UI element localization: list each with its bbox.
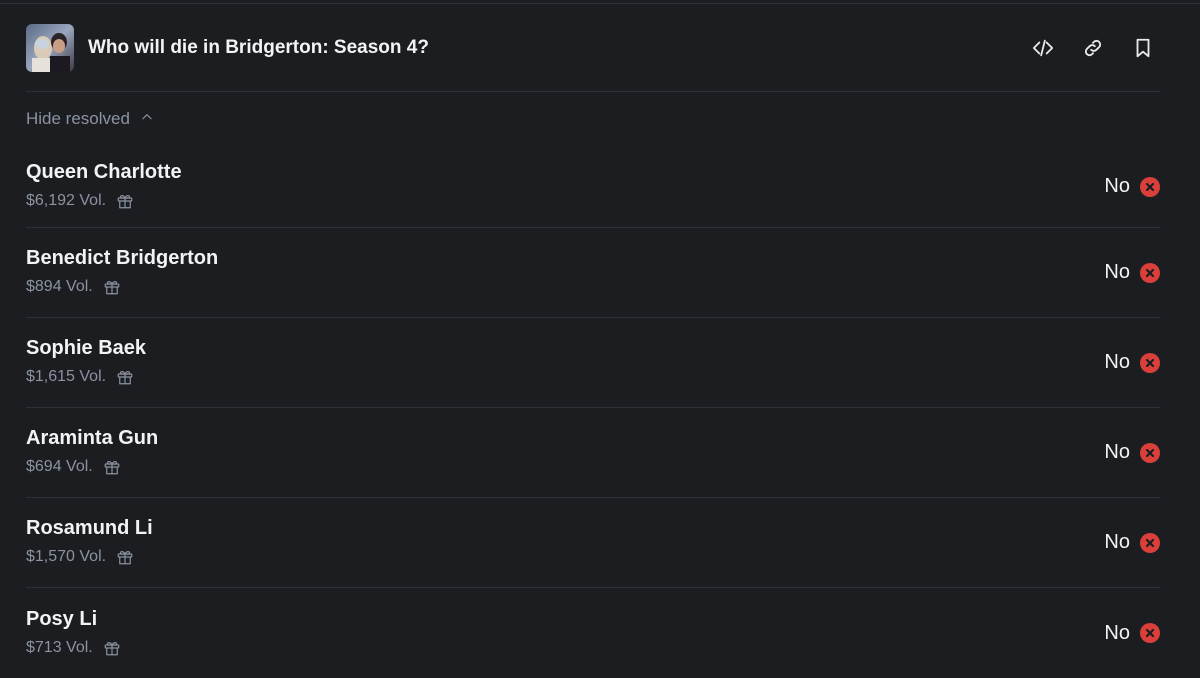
gift-icon[interactable] [116,368,134,386]
outcome-meta: $694 Vol. [26,458,158,476]
hide-resolved-toggle[interactable]: Hide resolved [26,92,1160,146]
result-label: No [1104,621,1130,644]
result-label: No [1104,441,1130,463]
gift-icon[interactable] [116,192,134,210]
outcome-name: Benedict Bridgerton [26,247,219,269]
outcome-result: No [1104,441,1160,464]
chevron-up-icon [140,109,154,129]
embed-code-icon[interactable] [1030,35,1056,61]
outcome-result: No [1104,622,1160,645]
outcome-row[interactable]: Benedict Bridgerton $894 Vol. No [26,228,1160,318]
outcome-meta: $713 Vol. [26,639,121,657]
resolved-no-icon [1140,623,1160,643]
resolved-no-icon [1140,532,1160,553]
resolved-no-icon [1140,176,1160,197]
outcome-row[interactable]: Sophie Baek $1,615 Vol. No [26,318,1160,408]
result-label: No [1104,261,1130,283]
market-title: Who will die in Bridgerton: Season 4? [88,36,429,58]
hide-resolved-label: Hide resolved [26,109,130,128]
resolved-no-icon [1140,262,1160,283]
outcome-name: Posy Li [26,607,98,630]
outcome-meta: $1,615 Vol. [26,368,146,386]
outcome-volume: $6,192 Vol. [26,192,107,209]
outcome-name: Sophie Baek [26,337,147,359]
gift-icon[interactable] [103,639,121,657]
market-thumbnail[interactable] [26,23,74,72]
gift-icon[interactable] [116,548,134,566]
outcome-volume: $694 Vol. [26,458,93,475]
market-header: Who will die in Bridgerton: Season 4? [26,0,1160,92]
outcome-result: No [1104,261,1160,284]
header-actions [1030,35,1156,61]
resolved-no-icon [1140,442,1160,463]
outcome-result: No [1104,531,1160,554]
outcome-meta: $894 Vol. [26,278,218,296]
outcome-volume: $894 Vol. [26,278,93,295]
gift-icon[interactable] [103,278,121,296]
market-panel: Who will die in Bridgerton: Season 4? Hi… [26,0,1160,678]
resolved-no-icon [1140,352,1160,373]
link-icon[interactable] [1080,35,1106,61]
outcome-row[interactable]: Posy Li $713 Vol. No [26,588,1160,678]
outcome-name: Araminta Gun [26,427,159,449]
outcome-result: No [1104,175,1160,198]
outcome-meta: $1,570 Vol. [26,548,153,566]
outcome-row[interactable]: Queen Charlotte $6,192 Vol. No [26,146,1160,228]
result-label: No [1104,531,1130,553]
result-label: No [1104,351,1130,373]
result-label: No [1104,175,1130,197]
outcome-row[interactable]: Rosamund Li $1,570 Vol. No [26,498,1160,588]
outcome-name: Rosamund Li [26,517,153,539]
outcome-volume: $713 Vol. [26,638,93,656]
outcome-volume: $1,570 Vol. [26,548,107,565]
gift-icon[interactable] [103,458,121,476]
bookmark-icon[interactable] [1130,35,1156,61]
outcome-name: Queen Charlotte [26,161,182,183]
outcome-list: Queen Charlotte $6,192 Vol. No Benedict … [26,146,1160,678]
outcome-result: No [1104,351,1160,374]
outcome-meta: $6,192 Vol. [26,192,182,210]
outcome-volume: $1,615 Vol. [26,368,107,385]
outcome-row[interactable]: Araminta Gun $694 Vol. No [26,408,1160,498]
